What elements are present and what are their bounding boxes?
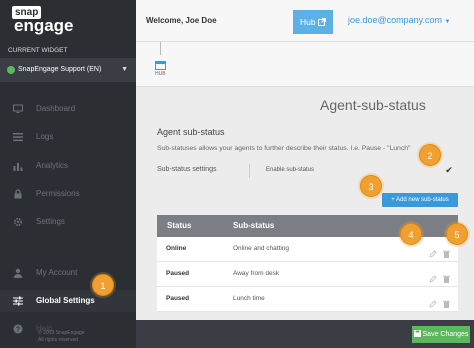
sidebar-item-label: My Account: [36, 268, 78, 277]
sub-status-column-header: Sub-status: [233, 221, 275, 230]
trash-icon[interactable]: [443, 245, 450, 258]
sidebar-item-label: Dashboard: [36, 104, 76, 113]
status-cell: Paused: [166, 295, 190, 302]
widget-name: SnapEngage Support (EN): [18, 66, 102, 73]
bar-chart-icon: [13, 161, 23, 171]
divider: [160, 42, 161, 55]
lock-icon: [13, 189, 23, 199]
widget-selector[interactable]: SnapEngage Support (EN) ▼: [0, 58, 136, 82]
user-email: joe.doe@company.com: [348, 15, 443, 25]
sidebar-item-label: Permissions: [36, 189, 80, 198]
hub-button[interactable]: Hub: [293, 10, 333, 34]
current-widget-label: CURRENT WIDGET: [8, 47, 68, 54]
sidebar-item-dashboard[interactable]: Dashboard: [0, 98, 136, 120]
sidebar-item-my-account[interactable]: My Account: [0, 262, 136, 284]
sidebar-item-logs[interactable]: Logs: [0, 126, 136, 148]
sidebar-footer: © 2019 SnapEngage All rights reserved: [38, 330, 85, 344]
welcome-text: Welcome, Joe Doe: [146, 16, 217, 25]
user-menu[interactable]: joe.doe@company.com ▼: [348, 15, 451, 25]
save-icon: [413, 330, 421, 337]
caret-down-icon: ▼: [444, 19, 451, 25]
hub-tab-area: HUB: [136, 42, 474, 87]
sidebar-item-label: Settings: [36, 217, 65, 226]
section-description: Sub-statuses allows your agents to furth…: [157, 145, 411, 152]
bottom-bar: Save Changes: [136, 320, 474, 348]
table-row: Paused Away from desk: [157, 262, 458, 287]
sub-status-cell: Away from desk: [233, 270, 280, 277]
sidebar-item-global-settings[interactable]: Global Settings: [0, 290, 136, 312]
save-changes-label: Save Changes: [422, 331, 469, 338]
user-icon: [13, 268, 23, 278]
gear-icon: [13, 217, 23, 227]
callout-5: 5: [446, 223, 468, 245]
sidebar-item-permissions[interactable]: Permissions: [0, 183, 136, 205]
sliders-icon: [13, 296, 23, 306]
hub-label: Hub: [300, 17, 316, 27]
status-cell: Online: [166, 245, 187, 252]
sidebar-item-label: Logs: [36, 132, 54, 141]
list-icon: [13, 132, 23, 142]
sidebar: snap engage CURRENT WIDGET SnapEngage Su…: [0, 0, 136, 348]
edit-icon[interactable]: [429, 295, 437, 308]
trash-icon[interactable]: [443, 270, 450, 283]
table-row: Paused Lunch time: [157, 287, 458, 312]
sidebar-item-settings[interactable]: Settings: [0, 211, 136, 233]
svg-text:?: ?: [16, 327, 20, 334]
enable-sub-status-label: Enable sub-status: [266, 167, 315, 173]
rights-text: All rights reserved: [38, 337, 79, 343]
callout-3: 3: [360, 175, 382, 197]
edit-icon[interactable]: [429, 270, 437, 283]
callout-1: 1: [92, 274, 114, 296]
logo-engage-text: engage: [14, 16, 74, 35]
copyright-text: © 2019 SnapEngage: [38, 330, 85, 336]
hub-tab-icon[interactable]: [155, 57, 166, 70]
settings-label: Sub-status settings: [157, 166, 217, 173]
save-changes-button[interactable]: Save Changes: [412, 326, 470, 343]
sidebar-item-label: Analytics: [36, 161, 69, 170]
sub-status-cell: Online and chatting: [233, 245, 290, 252]
online-status-dot: [7, 66, 15, 74]
section-title: Agent sub-status: [157, 127, 225, 137]
question-icon: ?: [13, 324, 23, 334]
sidebar-item-analytics[interactable]: Analytics: [0, 155, 136, 177]
hub-tab-label[interactable]: HUB: [155, 71, 166, 77]
caret-down-icon: ▼: [121, 66, 128, 73]
page-title: Agent-sub-status: [320, 97, 426, 113]
status-column-header: Status: [167, 221, 192, 230]
add-new-sub-status-button[interactable]: + Add new sub-status: [382, 193, 458, 207]
monitor-icon: [13, 104, 23, 114]
trash-icon[interactable]: [443, 295, 450, 308]
enable-sub-status-checkbox[interactable]: ✔: [444, 165, 454, 175]
divider: [249, 164, 250, 178]
edit-icon[interactable]: [429, 245, 437, 258]
sub-status-cell: Lunch time: [233, 295, 265, 302]
callout-2: 2: [419, 144, 441, 166]
sidebar-item-label: Global Settings: [36, 296, 95, 305]
callout-4: 4: [400, 223, 422, 245]
status-cell: Paused: [166, 270, 190, 277]
top-bar: Welcome, Joe Doe Hub joe.doe@company.com…: [136, 0, 474, 42]
external-link-icon: [317, 18, 326, 26]
